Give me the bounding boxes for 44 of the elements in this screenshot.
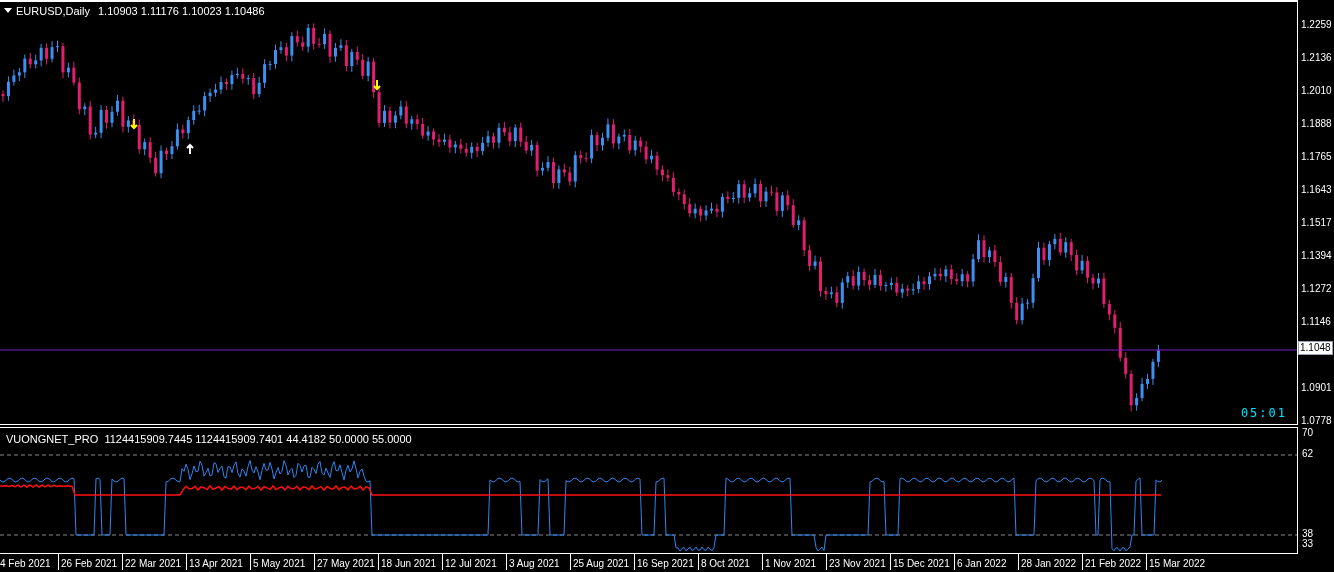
price-label: 1.1146 (1300, 316, 1331, 328)
date-label: 3 Aug 2021 (509, 558, 560, 570)
date-label: 13 Apr 2021 (189, 558, 243, 570)
price-label: 1.0778 (1300, 415, 1332, 427)
date-label: 4 Feb 2021 (0, 558, 51, 570)
price-label: 1.1643 (1300, 184, 1332, 196)
level-label: 33 (1302, 538, 1314, 550)
date-label: 28 Jan 2022 (1021, 558, 1077, 570)
date-label: 15 Mar 2022 (1149, 558, 1206, 570)
price-label: 1.2259 (1300, 19, 1332, 31)
ohlc-values: 1.10903 1.11176 1.10023 1.10486 (97, 4, 265, 18)
date-label: 5 May 2021 (253, 558, 306, 570)
chart-symbol: EURUSD,Daily (16, 4, 90, 18)
date-label: 1 Nov 2021 (765, 558, 817, 570)
date-label: 26 Feb 2021 (61, 558, 118, 570)
current-price-tag: 1.1048 (1298, 341, 1333, 355)
price-label: 1.1888 (1300, 118, 1332, 130)
level-label: 62 (1302, 448, 1314, 460)
date-label: 23 Nov 2021 (829, 558, 886, 570)
arrow-down-icon (373, 79, 381, 91)
dropdown-arrow-icon[interactable] (4, 8, 12, 14)
date-label: 6 Jan 2022 (957, 558, 1007, 570)
date-label: 16 Sep 2021 (637, 558, 694, 570)
price-label: 1.0901 (1300, 382, 1332, 394)
date-label: 22 Mar 2021 (125, 558, 182, 570)
price-label: 1.2136 (1300, 52, 1332, 64)
price-label: 1.1765 (1300, 151, 1332, 163)
date-label: 27 May 2021 (317, 558, 375, 570)
price-label: 1.1394 (1300, 250, 1332, 262)
arrow-down-icon (130, 118, 138, 130)
date-label: 15 Dec 2021 (893, 558, 950, 570)
level-label: 38 (1302, 528, 1314, 539)
indicator-header: VUONGNET_PRO 1124415909.7445 1124415909.7401 44.4182 50.0000 55.0000 (6, 432, 412, 446)
arrow-up-icon (186, 143, 194, 155)
level-label: 70 (1302, 427, 1314, 439)
date-label: 21 Feb 2022 (1085, 558, 1142, 570)
date-label: 12 Jul 2021 (445, 558, 497, 570)
price-label: 1.2010 (1300, 85, 1332, 97)
price-label: 1.1517 (1300, 217, 1332, 229)
bar-timer: 05:01 (1240, 405, 1287, 422)
price-label: 1.1272 (1300, 283, 1332, 295)
date-label: 18 Jun 2021 (381, 558, 437, 570)
date-label: 8 Oct 2021 (701, 558, 750, 570)
date-label: 25 Aug 2021 (573, 558, 630, 570)
